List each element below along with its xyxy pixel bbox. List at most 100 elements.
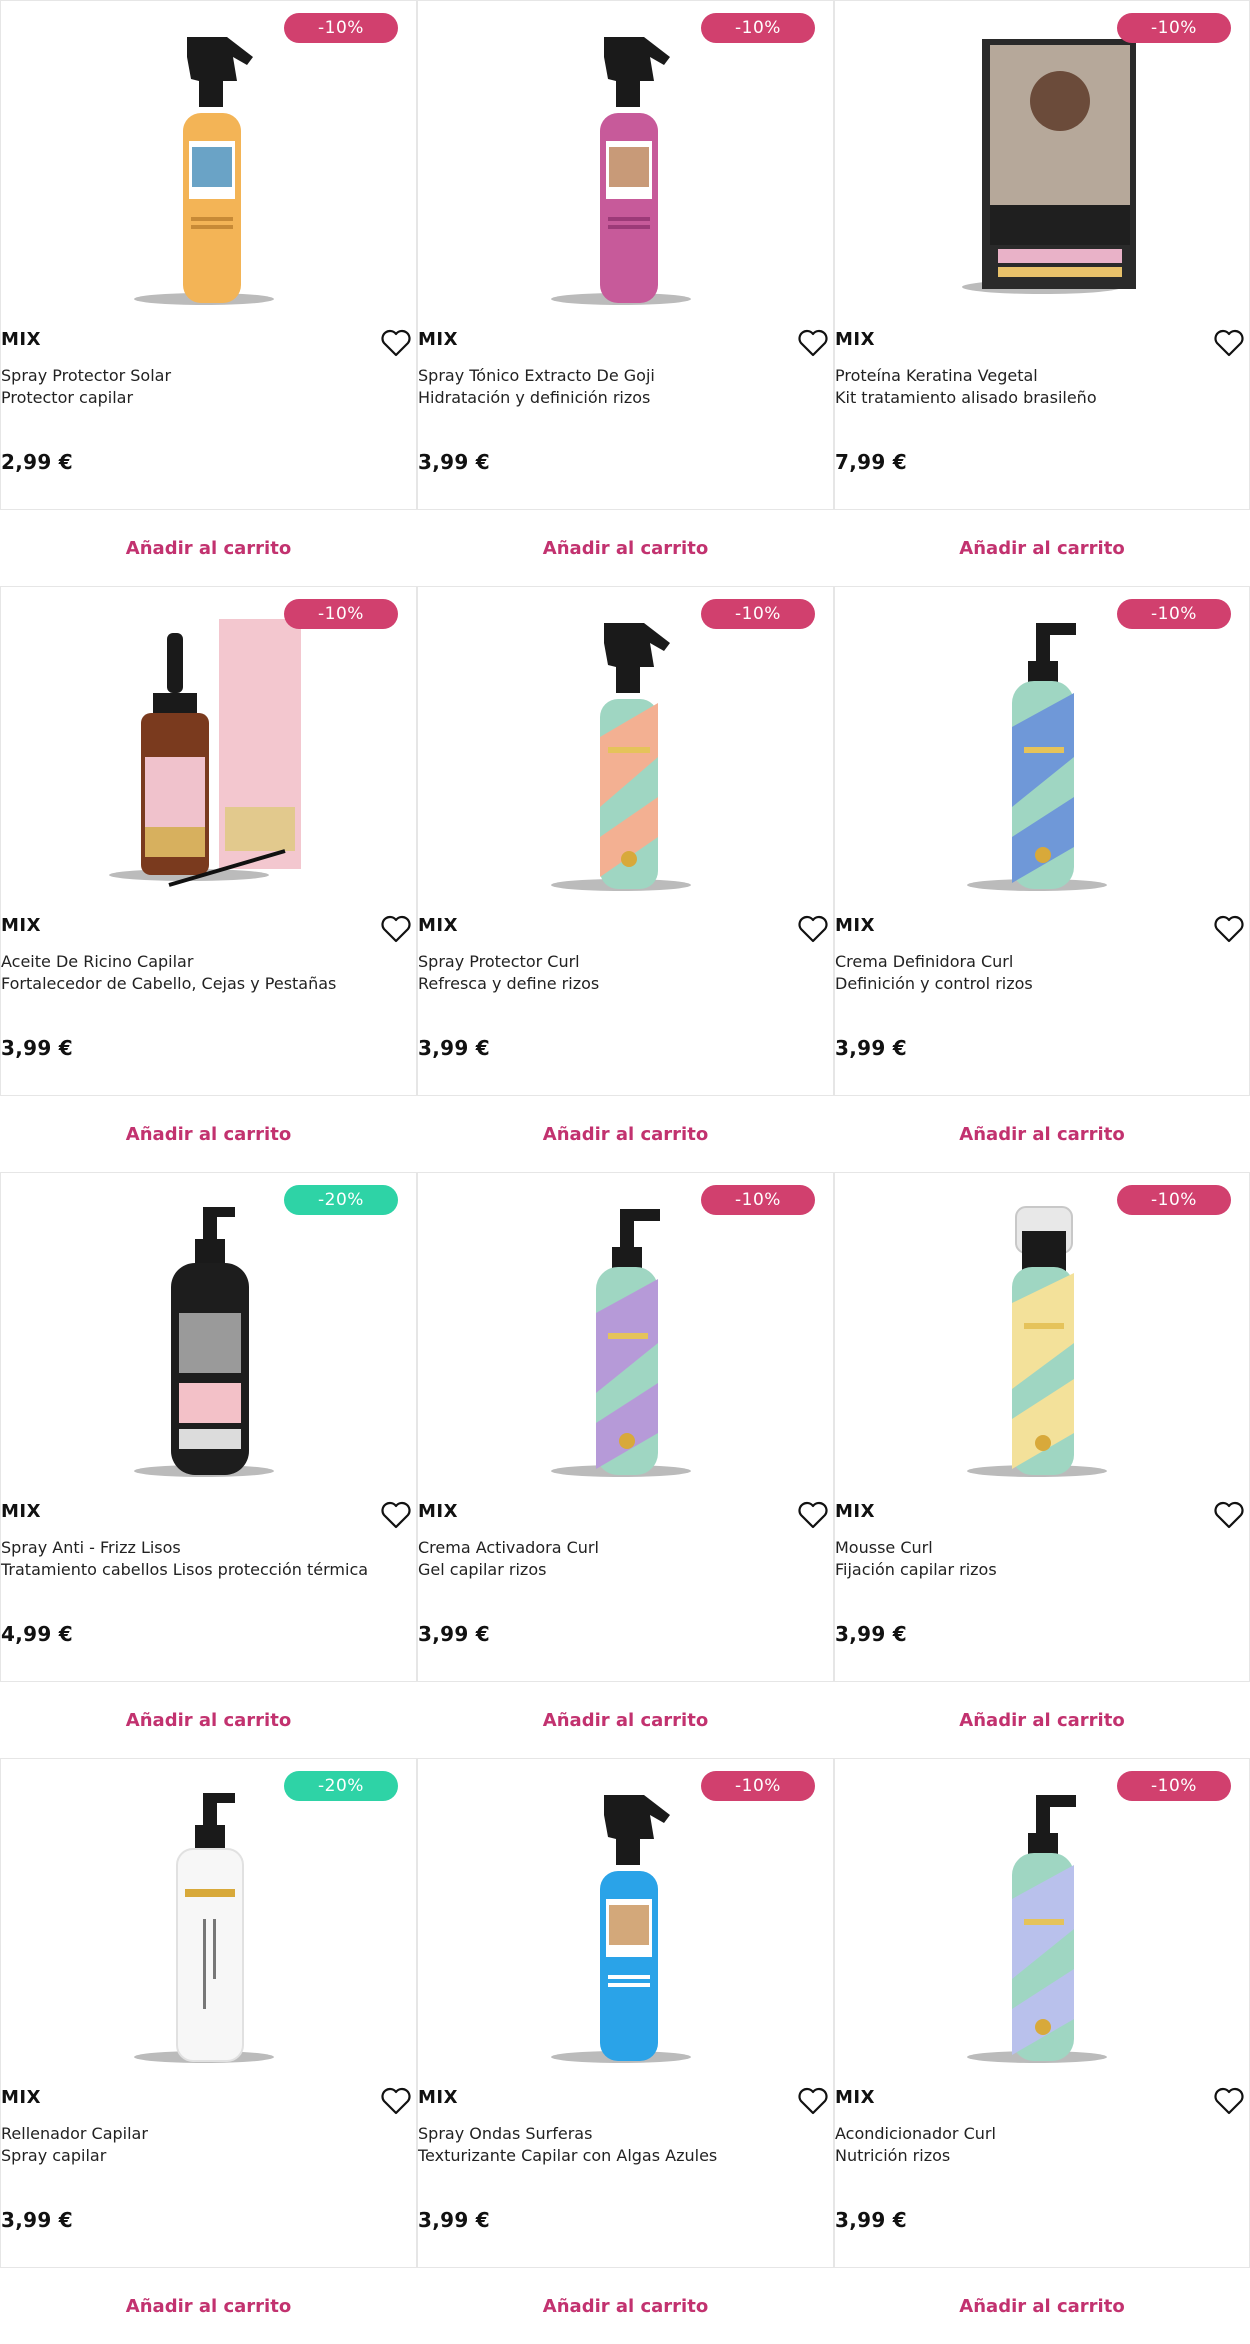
product-subtitle: Fortalecedor de Cabello, Cejas y Pestaña…: [1, 974, 337, 993]
product-brand: MIX: [418, 2087, 458, 2108]
product-image[interactable]: [418, 21, 833, 311]
product-image[interactable]: [835, 607, 1249, 897]
product-brand: MIX: [418, 1501, 458, 1522]
product-brand: MIX: [835, 2087, 875, 2108]
product-name[interactable]: Rellenador Capilar: [1, 2123, 148, 2145]
add-to-cart-button[interactable]: Añadir al carrito: [834, 2267, 1250, 2344]
discount-badge: -10%: [701, 1185, 815, 1215]
product-subtitle: Kit tratamiento alisado brasileño: [835, 388, 1097, 407]
heart-icon[interactable]: [380, 2086, 412, 2116]
product-card[interactable]: -10% MIX Spray Protector Curl Refresca y…: [417, 586, 834, 1172]
product-name[interactable]: Acondicionador Curl: [835, 2123, 996, 2145]
product-price: 3,99 €: [418, 450, 491, 474]
product-image[interactable]: [1, 21, 416, 311]
product-name[interactable]: Spray Protector Solar: [1, 365, 171, 387]
product-card[interactable]: -10% MIX Crema Definidora Curl Definició…: [834, 586, 1250, 1172]
product-brand: MIX: [1, 2087, 41, 2108]
product-price: 3,99 €: [418, 1622, 491, 1646]
product-subtitle: Fijación capilar rizos: [835, 1560, 997, 1579]
product-name[interactable]: Spray Ondas Surferas: [418, 2123, 592, 2145]
product-brand: MIX: [835, 915, 875, 936]
product-price: 3,99 €: [418, 2208, 491, 2232]
discount-badge: -10%: [284, 13, 398, 43]
heart-icon[interactable]: [1213, 2086, 1245, 2116]
heart-icon[interactable]: [797, 2086, 829, 2116]
product-card[interactable]: -10% MIX Proteína Keratina Vegetal Kit t…: [834, 0, 1250, 586]
product-name[interactable]: Crema Activadora Curl: [418, 1537, 599, 1559]
heart-icon[interactable]: [797, 328, 829, 358]
product-price: 7,99 €: [835, 450, 908, 474]
heart-icon[interactable]: [380, 914, 412, 944]
product-card[interactable]: -10% MIX Spray Protector Solar Protector…: [0, 0, 417, 586]
discount-badge: -10%: [1117, 1185, 1231, 1215]
product-subtitle: Texturizante Capilar con Algas Azules: [418, 2146, 718, 2165]
product-image[interactable]: [1, 607, 416, 897]
product-card[interactable]: -10% MIX Acondicionador Curl Nutrición r…: [834, 1758, 1250, 2344]
product-brand: MIX: [835, 329, 875, 350]
product-brand: MIX: [1, 329, 41, 350]
product-grid: -10% MIX Spray Protector Solar Protector…: [0, 0, 1250, 2344]
product-name[interactable]: Spray Protector Curl: [418, 951, 580, 973]
discount-badge: -20%: [284, 1771, 398, 1801]
add-to-cart-button[interactable]: Añadir al carrito: [0, 2267, 417, 2344]
product-name[interactable]: Mousse Curl: [835, 1537, 933, 1559]
product-brand: MIX: [1, 1501, 41, 1522]
product-card[interactable]: -10% MIX Mousse Curl Fijación capilar ri…: [834, 1172, 1250, 1758]
product-image[interactable]: [1, 1779, 416, 2069]
product-image[interactable]: [835, 21, 1249, 311]
add-to-cart-button[interactable]: Añadir al carrito: [417, 1095, 834, 1172]
product-price: 2,99 €: [1, 450, 74, 474]
heart-icon[interactable]: [380, 328, 412, 358]
product-price: 3,99 €: [418, 1036, 491, 1060]
add-to-cart-button[interactable]: Añadir al carrito: [834, 1095, 1250, 1172]
discount-badge: -10%: [701, 1771, 815, 1801]
discount-badge: -10%: [701, 13, 815, 43]
add-to-cart-button[interactable]: Añadir al carrito: [417, 2267, 834, 2344]
product-image[interactable]: [418, 1193, 833, 1483]
heart-icon[interactable]: [380, 1500, 412, 1530]
heart-icon[interactable]: [1213, 1500, 1245, 1530]
product-subtitle: Protector capilar: [1, 388, 134, 407]
product-image[interactable]: [418, 1779, 833, 2069]
add-to-cart-button[interactable]: Añadir al carrito: [0, 1095, 417, 1172]
product-brand: MIX: [418, 329, 458, 350]
heart-icon[interactable]: [797, 914, 829, 944]
product-price: 3,99 €: [835, 1036, 908, 1060]
product-image[interactable]: [835, 1779, 1249, 2069]
product-price: 3,99 €: [1, 2208, 74, 2232]
add-to-cart-button[interactable]: Añadir al carrito: [0, 1681, 417, 1758]
heart-icon[interactable]: [1213, 914, 1245, 944]
add-to-cart-button[interactable]: Añadir al carrito: [417, 1681, 834, 1758]
product-price: 4,99 €: [1, 1622, 74, 1646]
add-to-cart-button[interactable]: Añadir al carrito: [834, 509, 1250, 586]
product-card[interactable]: -10% MIX Spray Tónico Extracto De Goji H…: [417, 0, 834, 586]
heart-icon[interactable]: [797, 1500, 829, 1530]
product-card[interactable]: -10% MIX Spray Ondas Surferas Texturizan…: [417, 1758, 834, 2344]
product-image[interactable]: [835, 1193, 1249, 1483]
product-brand: MIX: [418, 915, 458, 936]
product-subtitle: Nutrición rizos: [835, 2146, 951, 2165]
product-name[interactable]: Proteína Keratina Vegetal: [835, 365, 1038, 387]
product-image[interactable]: [418, 607, 833, 897]
heart-icon[interactable]: [1213, 328, 1245, 358]
product-price: 3,99 €: [835, 2208, 908, 2232]
add-to-cart-button[interactable]: Añadir al carrito: [0, 509, 417, 586]
product-name[interactable]: Crema Definidora Curl: [835, 951, 1013, 973]
product-card[interactable]: -10% MIX Crema Activadora Curl Gel capil…: [417, 1172, 834, 1758]
discount-badge: -10%: [284, 599, 398, 629]
add-to-cart-button[interactable]: Añadir al carrito: [417, 509, 834, 586]
product-card[interactable]: -20% MIX Rellenador Capilar Spray capila…: [0, 1758, 417, 2344]
product-name[interactable]: Spray Tónico Extracto De Goji: [418, 365, 655, 387]
product-card[interactable]: -10% MIX Aceite De Ricino Capilar Fortal…: [0, 586, 417, 1172]
product-subtitle: Gel capilar rizos: [418, 1560, 547, 1579]
product-subtitle: Spray capilar: [1, 2146, 107, 2165]
product-brand: MIX: [835, 1501, 875, 1522]
discount-badge: -10%: [1117, 1771, 1231, 1801]
product-name[interactable]: Aceite De Ricino Capilar: [1, 951, 193, 973]
product-name[interactable]: Spray Anti - Frizz Lisos: [1, 1537, 181, 1559]
product-brand: MIX: [1, 915, 41, 936]
product-card[interactable]: -20% MIX Spray Anti - Frizz Lisos Tratam…: [0, 1172, 417, 1758]
product-image[interactable]: [1, 1193, 416, 1483]
discount-badge: -20%: [284, 1185, 398, 1215]
add-to-cart-button[interactable]: Añadir al carrito: [834, 1681, 1250, 1758]
